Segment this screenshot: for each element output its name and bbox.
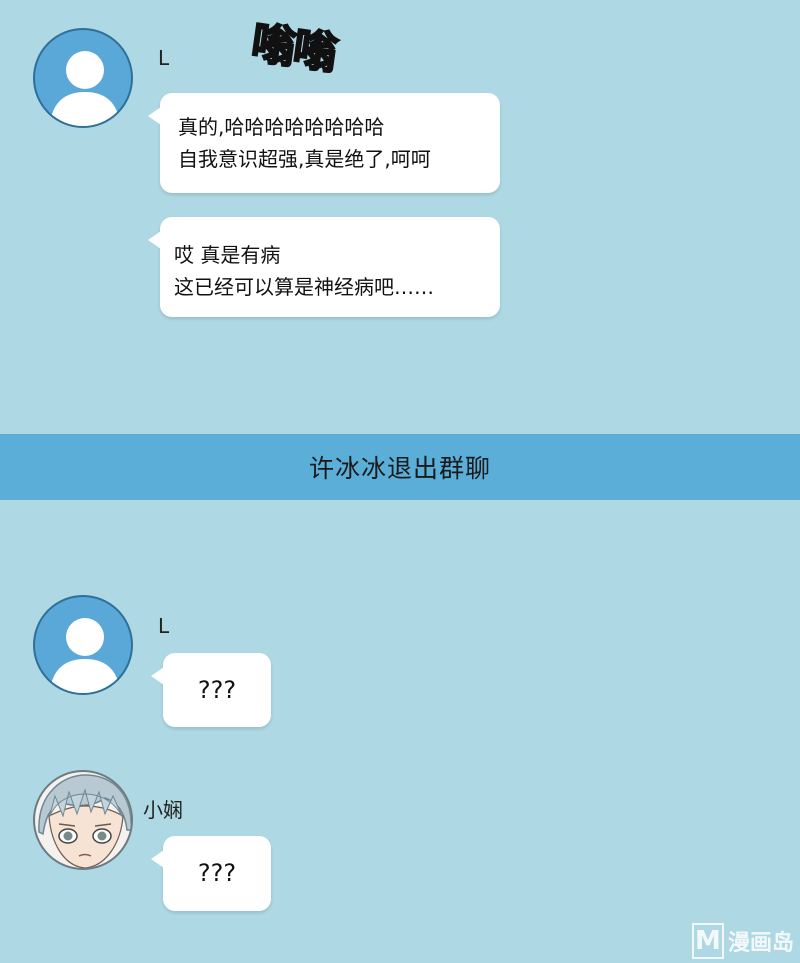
message-text: 真的,哈哈哈哈哈哈哈哈 bbox=[178, 115, 385, 139]
message-bubble[interactable]: ??? bbox=[151, 836, 271, 911]
message-bubble[interactable]: 哎 真是有病 这已经可以算是神经病吧…… bbox=[148, 217, 500, 317]
message-bubble[interactable]: ??? bbox=[151, 653, 271, 727]
message-text: 这已经可以算是神经病吧…… bbox=[174, 275, 434, 299]
watermark-text: 漫画岛 bbox=[727, 931, 794, 956]
system-notice-text: 许冰冰退出群聊 bbox=[308, 454, 491, 483]
girl-portrait-icon bbox=[38, 774, 131, 868]
sound-effect-text: 嗡嗡 bbox=[247, 16, 339, 80]
default-person-icon bbox=[49, 618, 121, 693]
message-text: 自我意识超强,真是绝了,呵呵 bbox=[178, 147, 431, 171]
watermark-logo-icon: M bbox=[691, 923, 724, 959]
avatar-l-1[interactable] bbox=[33, 28, 133, 128]
sender-name: L bbox=[158, 46, 170, 70]
avatar-l-2[interactable] bbox=[33, 595, 133, 695]
avatar-xiaoxian[interactable] bbox=[33, 770, 133, 870]
system-notice-banner: 许冰冰退出群聊 bbox=[0, 434, 800, 500]
message-bubble[interactable]: 真的,哈哈哈哈哈哈哈哈 自我意识超强,真是绝了,呵呵 bbox=[148, 93, 500, 193]
message-text: 哎 真是有病 bbox=[174, 243, 281, 267]
watermark: M 漫画岛 bbox=[691, 923, 794, 959]
message-text: ??? bbox=[197, 859, 237, 887]
message-text: ??? bbox=[197, 676, 237, 704]
sender-name: 小娴 bbox=[143, 798, 183, 822]
default-person-icon bbox=[49, 51, 121, 126]
sender-name: L bbox=[158, 614, 170, 638]
